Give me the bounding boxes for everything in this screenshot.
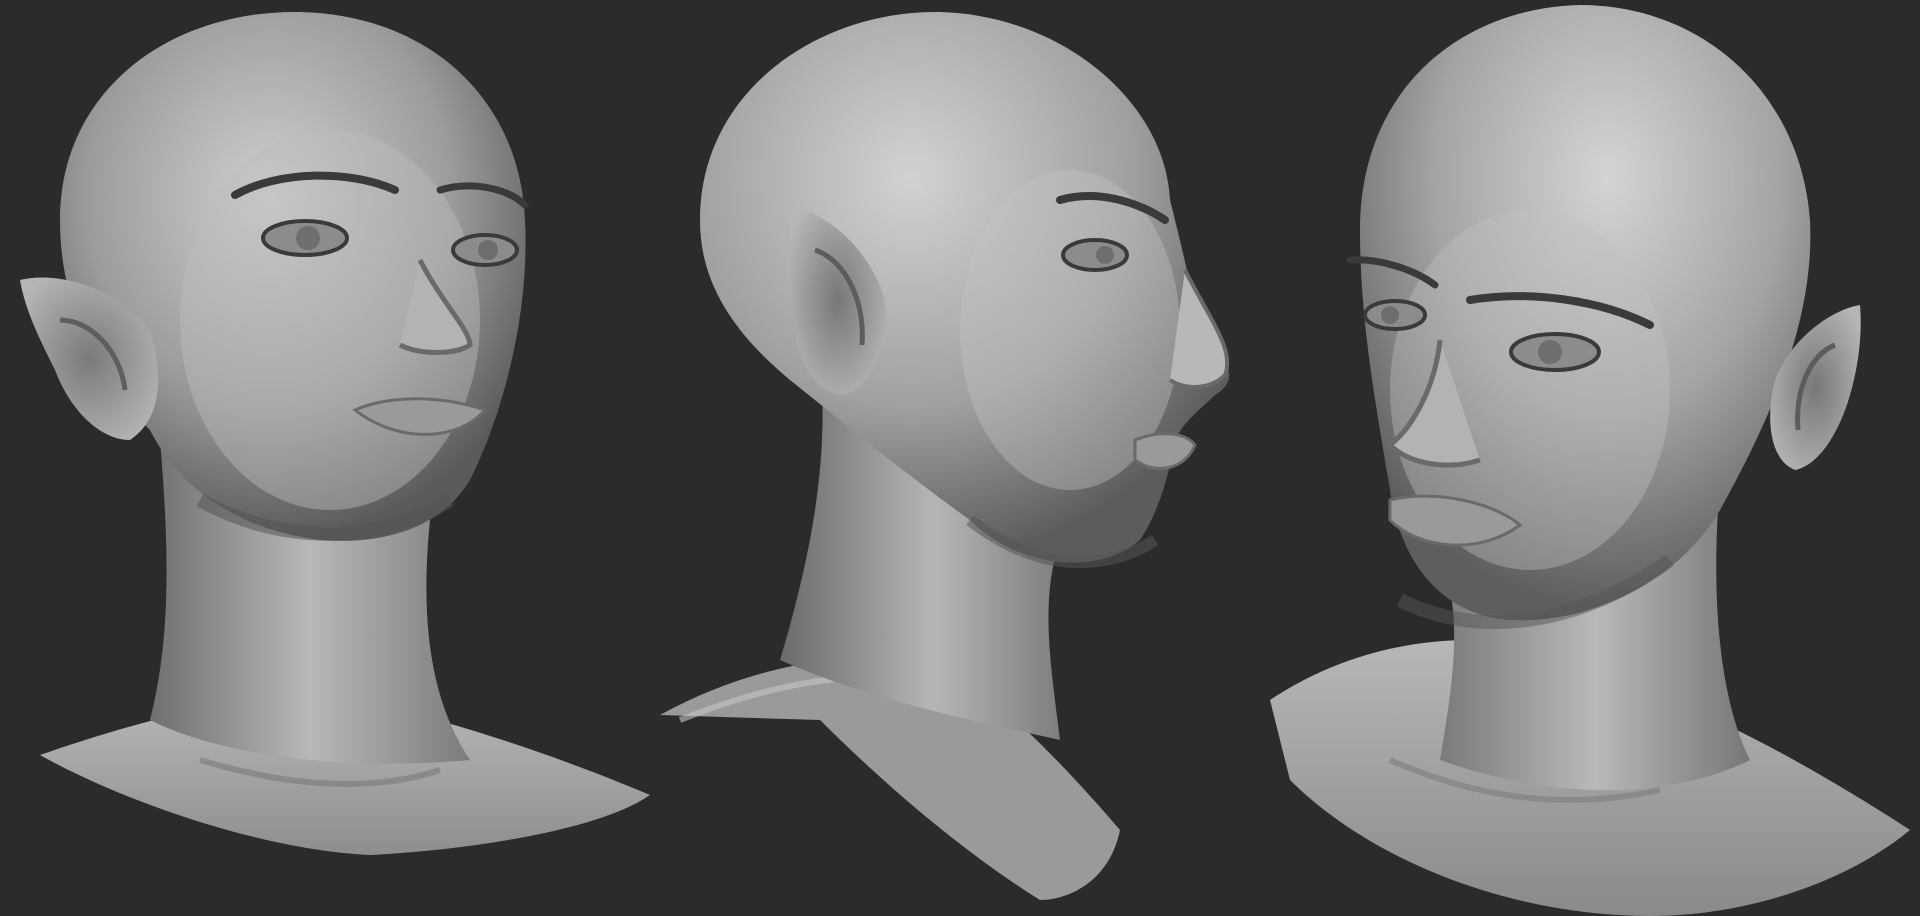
sculpt-render-canvas: [0, 0, 1920, 916]
bust-right-profile: [640, 0, 1260, 916]
bust-center-drawing: [660, 11, 1230, 900]
bust-three-quarter-right: [1250, 0, 1920, 916]
bust-left-drawing: [20, 11, 650, 855]
bust-right-drawing: [1270, 5, 1910, 916]
bust-three-quarter-left: [0, 0, 660, 916]
eye: [1061, 238, 1129, 272]
lips-shape: [1133, 432, 1197, 470]
